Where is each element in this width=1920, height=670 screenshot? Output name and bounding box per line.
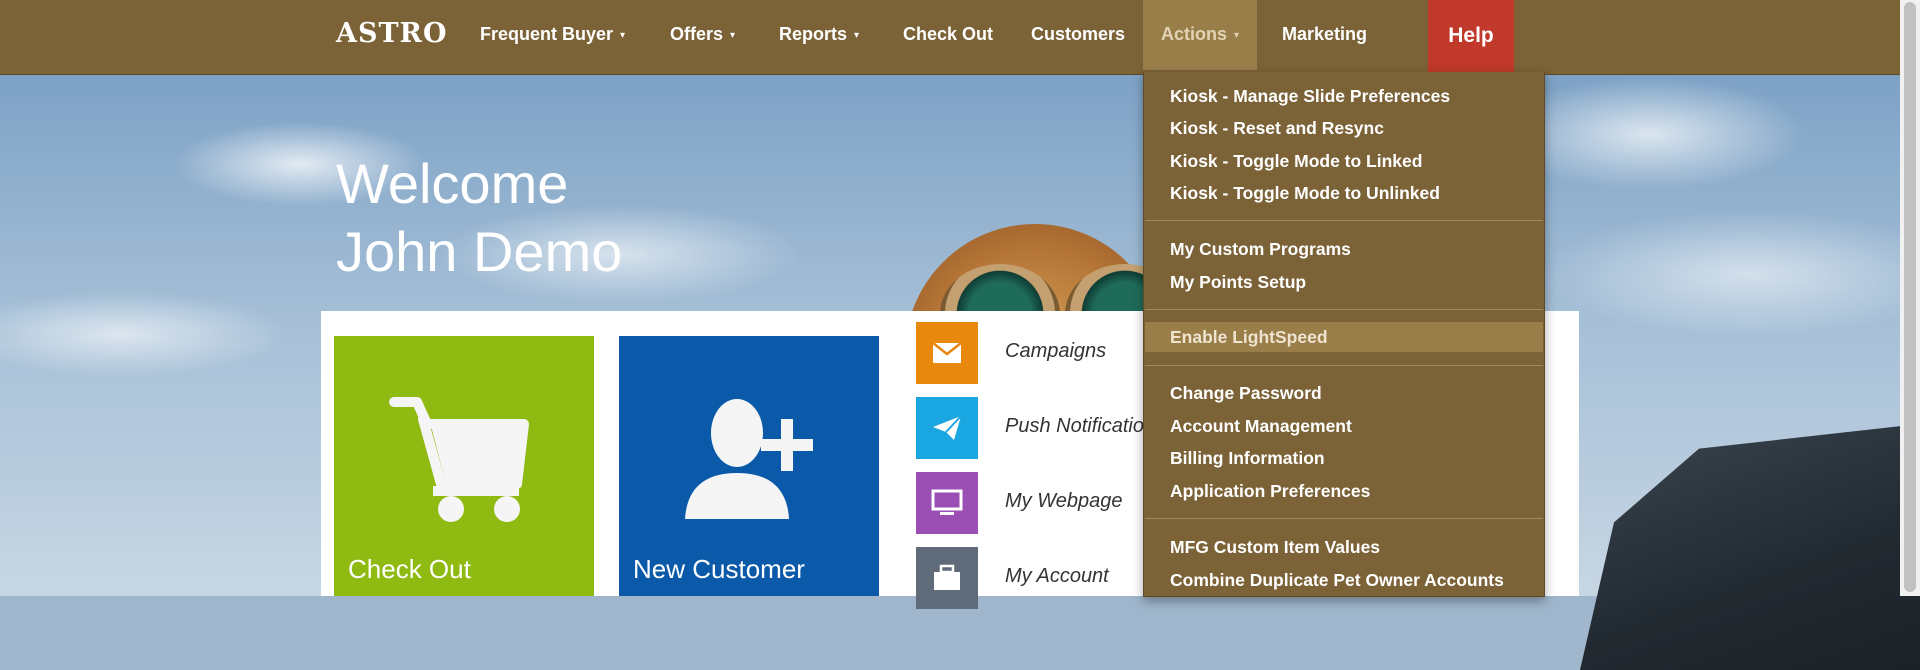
nav-label: Offers: [670, 24, 724, 44]
menu-item-combine-duplicate-accounts[interactable]: Combine Duplicate Pet Owner Accounts: [1145, 565, 1543, 595]
push-notifications-label: Push Notificatio: [1005, 415, 1144, 437]
briefcase-icon: [916, 547, 978, 609]
shopping-cart-icon: [389, 397, 529, 522]
brand-logo[interactable]: ASTRO: [336, 18, 448, 49]
nav-check-out[interactable]: Check Out: [903, 0, 993, 70]
menu-item-mfg-custom-item-values[interactable]: MFG Custom Item Values: [1145, 532, 1543, 562]
user-name: John Demo: [336, 220, 623, 283]
nav-frequent-buyer[interactable]: Frequent Buyer ▾: [480, 0, 625, 70]
checkout-tile[interactable]: Check Out: [334, 336, 594, 596]
menu-divider: [1145, 309, 1543, 310]
nav-label: Reports: [779, 24, 848, 44]
new-customer-tile[interactable]: New Customer: [619, 336, 879, 596]
nav-customers[interactable]: Customers: [1031, 0, 1125, 70]
add-user-icon: [685, 399, 813, 519]
nav-reports[interactable]: Reports ▾: [779, 0, 859, 70]
nav-label: Frequent Buyer: [480, 24, 614, 44]
menu-item-kiosk-manage-slides[interactable]: Kiosk - Manage Slide Preferences: [1145, 81, 1543, 111]
nav-label: Marketing: [1282, 24, 1368, 44]
menu-divider: [1145, 365, 1543, 366]
menu-item-application-preferences[interactable]: Application Preferences: [1145, 476, 1543, 506]
scrollbar-thumb[interactable]: [1904, 2, 1916, 592]
paper-plane-icon: [916, 397, 978, 459]
menu-divider: [1145, 220, 1543, 221]
nav-offers[interactable]: Offers ▾: [670, 0, 735, 70]
menu-item-billing-information[interactable]: Billing Information: [1145, 443, 1543, 473]
caret-down-icon: ▾: [620, 30, 626, 41]
monitor-icon: [916, 472, 978, 534]
menu-item-account-management[interactable]: Account Management: [1145, 411, 1543, 441]
menu-item-kiosk-reset-resync[interactable]: Kiosk - Reset and Resync: [1145, 113, 1543, 143]
nav-actions[interactable]: Actions ▾: [1143, 0, 1258, 70]
menu-item-custom-programs[interactable]: My Custom Programs: [1145, 234, 1543, 264]
nav-label: Customers: [1031, 24, 1126, 44]
nav-label: Check Out: [903, 24, 994, 44]
actions-dropdown-menu: Kiosk - Manage Slide Preferences Kiosk -…: [1143, 72, 1545, 597]
menu-item-enable-lightspeed[interactable]: Enable LightSpeed: [1145, 322, 1543, 352]
checkout-tile-label: Check Out: [348, 554, 471, 584]
help-button[interactable]: Help: [1428, 0, 1514, 72]
welcome-line: Welcome: [336, 152, 569, 215]
menu-item-points-setup[interactable]: My Points Setup: [1145, 267, 1543, 297]
caret-down-icon: ▾: [1234, 30, 1240, 41]
new-customer-tile-label: New Customer: [633, 554, 805, 584]
caret-down-icon: ▾: [730, 30, 736, 41]
my-webpage-label: My Webpage: [1005, 490, 1123, 512]
top-navbar: ASTRO Frequent Buyer ▾ Offers ▾ Reports ▾ C…: [0, 0, 1900, 75]
caret-down-icon: ▾: [854, 30, 860, 41]
my-account-label: My Account: [1005, 565, 1109, 587]
nav-label: Actions: [1161, 24, 1228, 44]
menu-item-change-password[interactable]: Change Password: [1145, 378, 1543, 408]
menu-item-kiosk-toggle-unlinked[interactable]: Kiosk - Toggle Mode to Unlinked: [1145, 178, 1543, 208]
campaigns-label: Campaigns: [1005, 340, 1107, 362]
nav-marketing[interactable]: Marketing: [1282, 0, 1367, 70]
page-scrollbar[interactable]: [1900, 0, 1920, 596]
envelope-icon: [916, 322, 978, 384]
welcome-heading: Welcome John Demo: [336, 150, 622, 286]
menu-item-kiosk-toggle-linked[interactable]: Kiosk - Toggle Mode to Linked: [1145, 146, 1543, 176]
airplane-image: [1580, 424, 1920, 670]
menu-divider: [1145, 518, 1543, 519]
